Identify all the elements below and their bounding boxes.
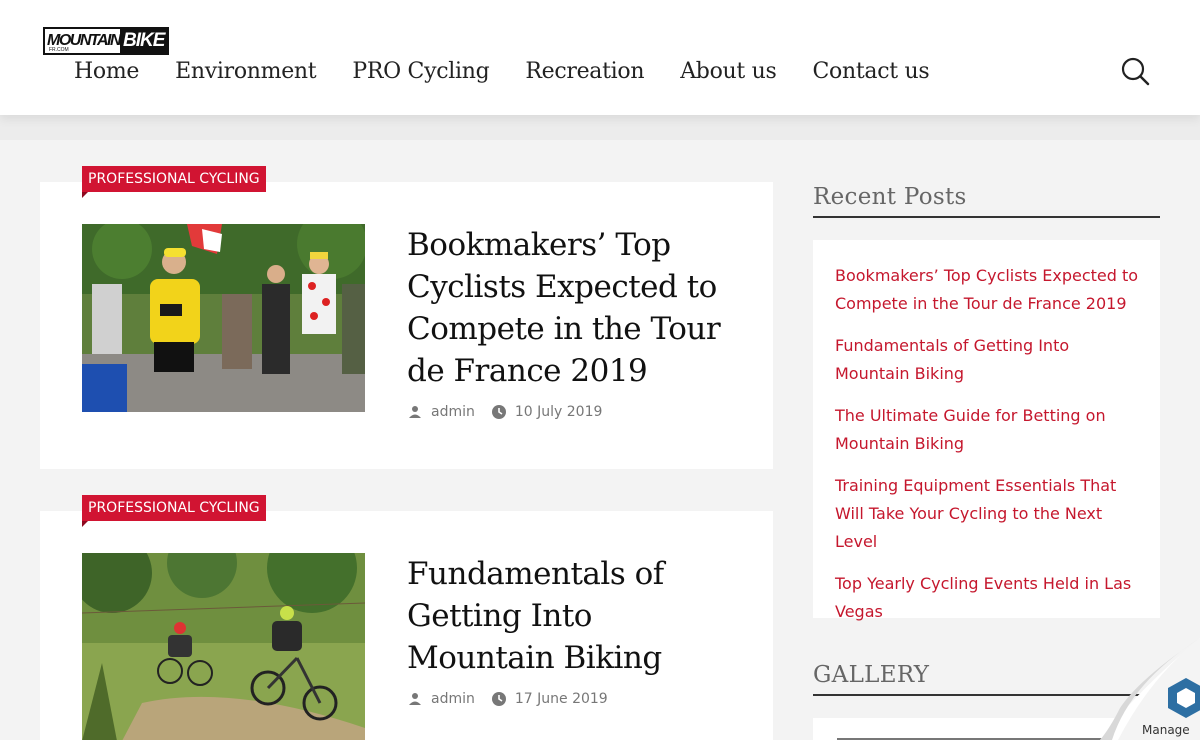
tour-de-france-photo — [82, 224, 365, 412]
recent-post-link[interactable]: Bookmakers’ Top Cyclists Expected to Com… — [835, 262, 1140, 318]
recent-post-link[interactable]: The Ultimate Guide for Betting on Mounta… — [835, 402, 1140, 458]
post-meta: admin 10 July 2019 — [407, 404, 602, 420]
post-date[interactable]: 17 June 2019 — [515, 691, 608, 707]
clock-icon — [491, 405, 506, 419]
nav-item-home[interactable]: Home — [56, 52, 157, 92]
logo-text-bike: BIKE — [120, 29, 167, 53]
nav-item-pro-cycling[interactable]: PRO Cycling — [334, 52, 507, 92]
recent-posts-list: Bookmakers’ Top Cyclists Expected to Com… — [813, 240, 1160, 626]
recent-post-link[interactable]: Training Equipment Essentials That Will … — [835, 472, 1140, 556]
category-badge[interactable]: PROFESSIONAL CYCLING — [82, 495, 266, 527]
post-author[interactable]: admin — [431, 691, 475, 707]
manage-label[interactable]: Manage — [1142, 723, 1190, 737]
post-title[interactable]: Fundamentals of Getting Into Mountain Bi… — [407, 553, 737, 679]
category-badge[interactable]: PROFESSIONAL CYCLING — [82, 166, 266, 198]
nav-item-contact-us[interactable]: Contact us — [795, 52, 948, 92]
site-logo[interactable]: MOUNTAIN BIKE FR.COM — [43, 27, 169, 55]
search-button[interactable] — [1118, 54, 1152, 88]
post-title[interactable]: Bookmakers’ Top Cyclists Expected to Com… — [407, 224, 737, 392]
user-icon — [409, 406, 421, 418]
post-author[interactable]: admin — [431, 404, 475, 420]
post-thumbnail[interactable] — [82, 224, 365, 412]
main-nav: Home Environment PRO Cycling Recreation … — [56, 52, 947, 92]
search-icon — [1121, 57, 1150, 86]
recent-post-link[interactable]: Top Yearly Cycling Events Held in Las Ve… — [835, 570, 1140, 626]
nav-item-recreation[interactable]: Recreation — [507, 52, 662, 92]
nav-item-about-us[interactable]: About us — [662, 52, 794, 92]
clock-icon — [491, 692, 506, 706]
post-meta: admin 17 June 2019 — [407, 691, 608, 707]
site-header: MOUNTAIN BIKE FR.COM Home Environment PR… — [0, 0, 1200, 115]
recent-post-link[interactable]: Fundamentals of Getting Into Mountain Bi… — [835, 332, 1140, 388]
nav-item-environment[interactable]: Environment — [157, 52, 334, 92]
mountain-biking-photo — [82, 553, 365, 740]
recent-posts-widget: Bookmakers’ Top Cyclists Expected to Com… — [813, 240, 1160, 621]
recent-posts-title: Recent Posts — [813, 184, 1160, 218]
post-thumbnail[interactable] — [82, 553, 365, 740]
post-date[interactable]: 10 July 2019 — [515, 404, 603, 420]
user-icon — [409, 693, 421, 705]
header-shadow-band — [0, 115, 1200, 140]
